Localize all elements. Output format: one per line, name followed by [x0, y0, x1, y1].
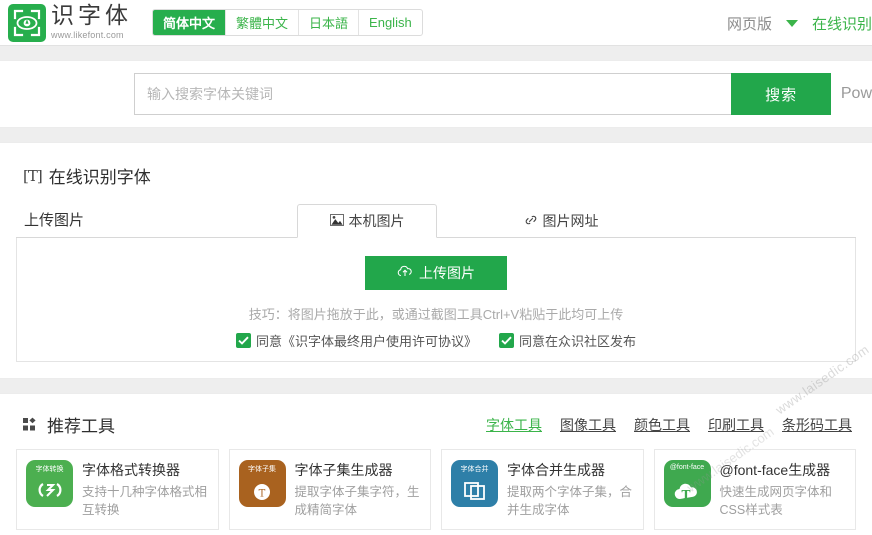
chevron-down-icon[interactable]	[785, 19, 798, 27]
header-right-nav: 网页版 在线识别	[727, 0, 872, 46]
agreement-eula-checkbox[interactable]: 同意《识字体最终用户使用许可协议》	[235, 331, 477, 350]
tool-category-links: 字体工具 图像工具 颜色工具 印刷工具 条形码工具	[486, 415, 856, 435]
tool-card-font-converter-text: 字体格式转换器 支持十几种字体格式相互转换	[82, 460, 209, 519]
logo-name: 识字体	[51, 2, 132, 29]
lang-option-japanese[interactable]: 日本語	[299, 10, 360, 35]
tool-card-font-subset-desc: 提取字体子集字符，生成精简字体	[294, 485, 420, 518]
agreement-eula-label: 同意《识字体最终用户使用许可协议》	[255, 333, 477, 349]
svg-text:T: T	[259, 489, 266, 500]
tool-card-font-subset-text: 字体子集生成器 提取字体子集字符，生成精简字体	[295, 460, 422, 519]
font-subset-icon: 字体子集 T	[238, 460, 286, 507]
tab-local-image-label: 本机图片	[348, 213, 405, 229]
tool-link-color[interactable]: 颜色工具	[634, 415, 690, 435]
tool-card-font-merge-text: 字体合并生成器 提取两个字体子集，合并生成字体	[507, 460, 634, 519]
image-icon	[329, 213, 344, 229]
tool-link-print[interactable]: 印刷工具	[708, 415, 764, 435]
search-input[interactable]	[134, 73, 732, 115]
tool-card-font-face-name: @font-face生成器	[719, 462, 831, 478]
upload-tabs-label: 上传图片	[24, 212, 85, 229]
site-header: 识字体 www.likefont.com 简体中文 繁體中文 日本語 Engli…	[0, 0, 872, 46]
search-panel: 搜索 Pow	[0, 60, 872, 128]
font-converter-icon: 字体转换	[26, 460, 73, 507]
site-logo[interactable]: 识字体 www.likefont.com	[8, 2, 132, 42]
tools-header: 推荐工具 字体工具 图像工具 颜色工具 印刷工具 条形码工具	[16, 412, 856, 437]
font-converter-icon-caption: 字体转换	[35, 466, 64, 473]
tool-link-image[interactable]: 图像工具	[560, 415, 616, 435]
tool-card-grid: 字体转换 字体格式转换器 支持十几种字体格式相互转换 字体子集 T 字体子集生成…	[16, 449, 856, 531]
font-face-icon: @font-face T	[663, 460, 711, 507]
font-merge-icon-caption: 字体合并	[460, 466, 489, 473]
logo-url: www.likefont.com	[51, 29, 124, 40]
font-subset-icon-caption: 字体子集	[248, 466, 276, 473]
online-recognize-card: [T] 在线识别字体 上传图片 本机图片 图片网址 上传图片 技巧：将图片拖放于…	[0, 142, 872, 379]
tool-link-font[interactable]: 字体工具	[486, 415, 542, 435]
agreement-community-checkbox[interactable]: 同意在众识社区发布	[499, 331, 636, 350]
tool-card-font-merge[interactable]: 字体合并 字体合并生成器 提取两个字体子集，合并生成字体	[441, 449, 644, 531]
tool-card-font-subset[interactable]: 字体子集 T 字体子集生成器 提取字体子集字符，生成精简字体	[228, 449, 431, 531]
logo-text: 识字体 www.likefont.com	[51, 2, 132, 42]
cloud-upload-icon	[397, 264, 413, 282]
upload-tabs: 上传图片 本机图片 图片网址	[16, 204, 856, 238]
upload-image-button-label: 上传图片	[419, 265, 475, 282]
eye-logo-icon	[8, 3, 46, 42]
grid-apps-icon	[23, 417, 40, 432]
tool-card-font-merge-desc: 提取两个字体子集，合并生成字体	[507, 485, 633, 518]
tab-local-image[interactable]: 本机图片	[297, 204, 438, 238]
tools-title-text: 推荐工具	[47, 417, 115, 436]
font-merge-icon: 字体合并	[451, 460, 498, 507]
tool-card-font-face-desc: 快速生成网页字体和CSS样式表	[719, 485, 833, 518]
text-box-icon: [T]	[23, 166, 43, 185]
upload-agreements: 同意《识字体最终用户使用许可协议》 同意在众识社区发布	[235, 331, 636, 350]
lang-option-simplified-chinese[interactable]: 简体中文	[153, 10, 227, 35]
image-dropzone[interactable]: 上传图片 技巧：将图片拖放于此，或通过截图工具Ctrl+V粘贴于此均可上传 同意…	[16, 238, 856, 362]
tool-card-font-converter-desc: 支持十几种字体格式相互转换	[82, 485, 208, 518]
agreement-community-label: 同意在众识社区发布	[519, 333, 637, 349]
tool-card-font-converter-name: 字体格式转换器	[82, 462, 180, 478]
page-root: 识字体 www.likefont.com 简体中文 繁體中文 日本語 Engli…	[0, 0, 872, 535]
tool-card-font-face[interactable]: @font-face T @font-face生成器 快速生成网页字体和CSS样…	[653, 449, 856, 531]
font-face-icon-caption: @font-face	[669, 464, 705, 471]
tab-image-url-label: 图片网址	[542, 213, 599, 229]
tab-image-url[interactable]: 图片网址	[491, 204, 631, 238]
language-switcher[interactable]: 简体中文 繁體中文 日本語 English	[152, 9, 423, 36]
tools-section-title: 推荐工具	[23, 412, 115, 437]
tool-card-font-converter[interactable]: 字体转换 字体格式转换器 支持十几种字体格式相互转换	[16, 449, 219, 531]
tool-card-font-merge-name: 字体合并生成器	[507, 462, 605, 478]
upload-hint-text: 技巧：将图片拖放于此，或通过截图工具Ctrl+V粘贴于此均可上传	[248, 306, 624, 322]
recommended-tools-card: 推荐工具 字体工具 图像工具 颜色工具 印刷工具 条形码工具 字体转换 字体格式…	[0, 393, 872, 535]
svg-text:T: T	[682, 488, 691, 502]
recognize-section-title: [T] 在线识别字体	[23, 163, 856, 188]
upload-image-button[interactable]: 上传图片	[365, 255, 507, 290]
nav-online-recognize[interactable]: 在线识别	[812, 13, 872, 34]
lang-option-english[interactable]: English	[359, 10, 422, 35]
tool-card-font-subset-name: 字体子集生成器	[294, 462, 393, 478]
checkmark-icon	[499, 332, 514, 348]
tool-card-font-face-text: @font-face生成器 快速生成网页字体和CSS样式表	[720, 460, 847, 519]
lang-option-traditional-chinese[interactable]: 繁體中文	[226, 10, 300, 35]
link-icon	[524, 213, 538, 230]
header-spacer	[0, 46, 872, 60]
tool-link-barcode[interactable]: 条形码工具	[782, 415, 852, 435]
recognize-title-text: 在线识别字体	[48, 168, 151, 187]
search-button[interactable]: 搜索	[731, 73, 831, 115]
powered-by-text: Pow	[840, 85, 872, 102]
version-selector-label[interactable]: 网页版	[727, 13, 772, 34]
checkmark-icon	[235, 332, 251, 348]
